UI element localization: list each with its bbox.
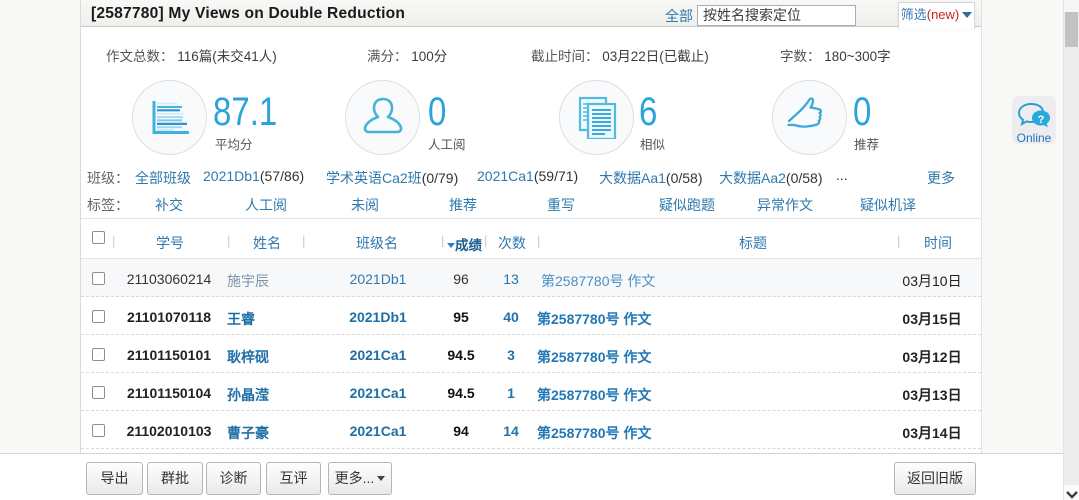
svg-text:?: ? (1038, 114, 1045, 126)
